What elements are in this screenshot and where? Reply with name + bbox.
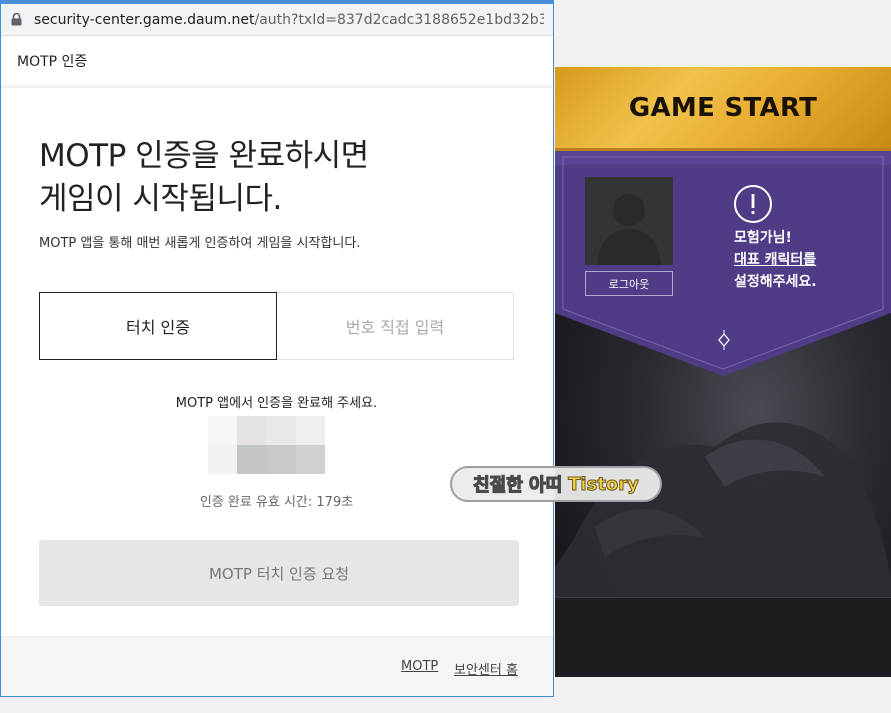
blog-watermark: 친절한 아띠 Tistory bbox=[450, 466, 662, 502]
game-start-button[interactable]: GAME START bbox=[555, 67, 891, 151]
motp-popup-window: security-center.game.daum.net/auth?txId=… bbox=[0, 0, 554, 697]
auth-method-tabs: 터치 인증 번호 직접 입력 bbox=[39, 292, 514, 360]
game-launcher-panel: GAME START 로그아웃 모험가님! 대표 캐릭터를 설정해주세요. bbox=[555, 67, 891, 677]
watermark-text-tistory: Tistory bbox=[568, 473, 640, 495]
main-heading: MOTP 인증을 완료하시면 게임이 시작됩니다. bbox=[39, 135, 519, 221]
notice-line-3: 설정해주세요. bbox=[734, 274, 817, 290]
subtitle: MOTP 앱을 통해 매번 새롭게 인증하여 게임을 시작합니다. bbox=[39, 236, 361, 251]
game-start-label: GAME START bbox=[628, 92, 818, 123]
set-main-character-link[interactable]: 대표 캐릭터를 bbox=[734, 249, 884, 271]
footer-link-security-home[interactable]: 보안센터 홈 bbox=[454, 659, 518, 678]
blurred-auth-code bbox=[208, 416, 325, 474]
avatar bbox=[585, 177, 673, 265]
lock-icon bbox=[11, 13, 22, 26]
tab-touch-auth[interactable]: 터치 인증 bbox=[39, 292, 277, 360]
footer-link-motp[interactable]: MOTP bbox=[401, 659, 438, 674]
heading-line-1: MOTP 인증을 완료하시면 bbox=[39, 138, 369, 174]
motp-touch-request-button[interactable]: MOTP 터치 인증 요청 bbox=[39, 540, 519, 606]
url-text[interactable]: security-center.game.daum.net/auth?txId=… bbox=[34, 12, 544, 28]
browser-address-bar[interactable]: security-center.game.daum.net/auth?txId=… bbox=[1, 0, 553, 36]
diamond-icon bbox=[718, 330, 730, 350]
background-floor bbox=[555, 597, 891, 677]
popup-footer: MOTP 보안센터 홈 bbox=[1, 636, 553, 696]
instruction-text: MOTP 앱에서 인증을 완료해 주세요. bbox=[175, 396, 378, 411]
alert-icon bbox=[734, 185, 772, 223]
notice-line-1: 모험가님! bbox=[734, 230, 792, 246]
avatar-placeholder-icon bbox=[597, 194, 661, 265]
popup-title: MOTP 인증 bbox=[17, 53, 88, 70]
validity-timer: 인증 완료 유효 시간: 179초 bbox=[199, 495, 354, 510]
heading-line-2: 게임이 시작됩니다. bbox=[39, 181, 282, 217]
url-path: /auth?txId=837d2cadc3188652e1bd32b3dcb8.… bbox=[254, 11, 544, 28]
url-host: security-center.game.daum.net bbox=[34, 11, 255, 28]
set-character-notice: 모험가님! 대표 캐릭터를 설정해주세요. bbox=[734, 227, 884, 293]
tab-manual-entry[interactable]: 번호 직접 입력 bbox=[277, 292, 514, 360]
logout-button[interactable]: 로그아웃 bbox=[585, 271, 673, 296]
watermark-text-korean: 친절한 아띠 bbox=[472, 474, 563, 496]
popup-title-bar: MOTP 인증 bbox=[1, 36, 553, 88]
